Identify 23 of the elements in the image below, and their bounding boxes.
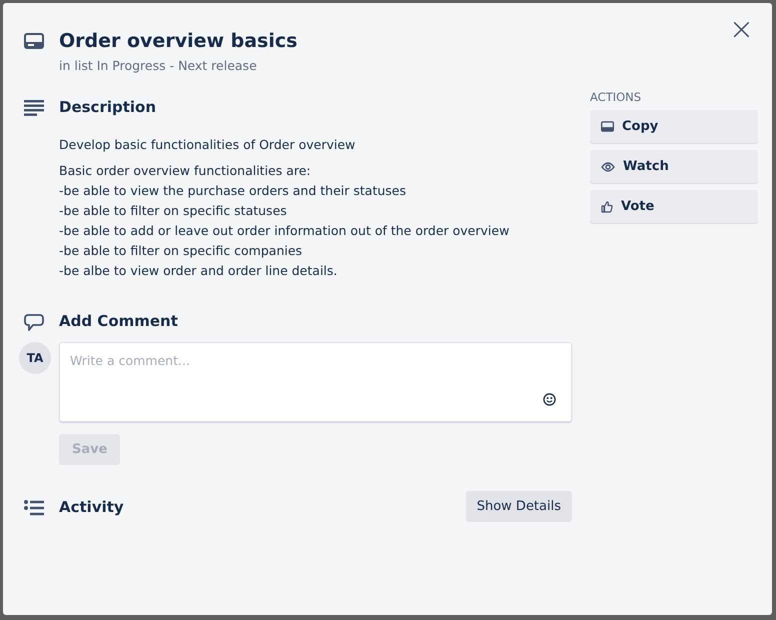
eye-icon [601,162,615,172]
card-icon [601,121,614,132]
emoji-icon[interactable] [543,393,556,406]
description-text: Basic order overview functionalities are: -be able to view the purchase orders and their statuses -be able to filter on specific statuses -be able to add or leave out order information out of the order overview -be able to filter on specific companies -be albe to view order and order line details. [59,162,510,280]
comment-icon [24,314,44,332]
description-heading: Description [59,97,158,117]
description-icon [24,100,44,116]
close-button[interactable]: × [724,13,758,47]
show-details-button[interactable]: Show Details [466,491,572,522]
comment-heading: Add Comment [59,311,179,331]
activity-icon [24,500,44,516]
activity-heading: Activity [59,496,124,516]
comment-field[interactable]: Write a comment... [59,342,572,422]
list-info: in list In Progress - Next release [59,58,258,73]
actions-heading: ACTIONS [590,90,642,104]
action-button[interactable]: Watch [590,150,758,183]
card-title: Order overview basics [59,29,298,54]
thumbs-up-icon [601,200,613,212]
action-button[interactable]: Copy [590,110,758,143]
description-text: Develop basic functionalities of Order overview [59,136,356,154]
card-icon [24,33,44,49]
avatar[interactable]: TA [19,342,51,374]
action-button[interactable]: Vote [590,190,758,223]
